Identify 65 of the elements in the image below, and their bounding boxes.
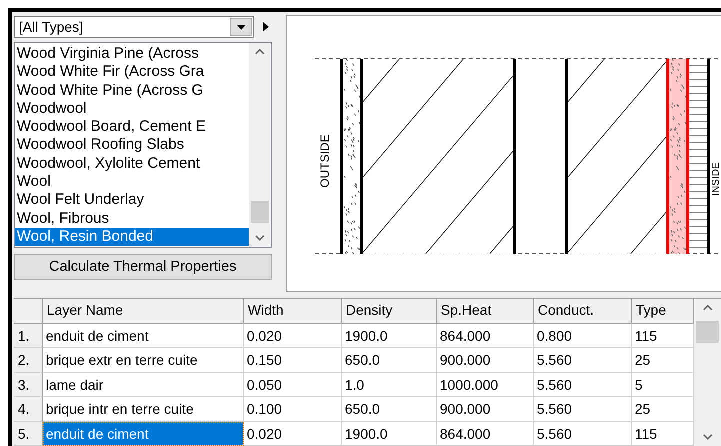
table-cell: 0.100 [244, 397, 342, 422]
table-cell: 0.020 [244, 422, 342, 446]
row-number: 1. [14, 324, 43, 348]
row-number: 5. [14, 422, 43, 446]
table-cell: 900.000 [437, 348, 534, 372]
table-cell: 0.050 [244, 372, 342, 397]
scroll-up-icon[interactable] [255, 49, 265, 55]
dropdown-button[interactable] [230, 18, 252, 36]
row-number: 2. [14, 348, 43, 372]
table-cell: 25 [632, 397, 694, 422]
calculate-button[interactable]: Calculate Thermal Properties [14, 254, 272, 280]
inside-label: INSIDE [711, 162, 721, 196]
material-item[interactable]: Wool, Resin Bonded [15, 228, 249, 246]
material-item[interactable]: Wool Felt Underlay [15, 191, 249, 210]
table-cell: 864.000 [437, 422, 534, 446]
table-cell: enduit de ciment [43, 324, 244, 348]
table-cell: 5 [632, 372, 694, 397]
table-cell: 864.000 [437, 324, 534, 348]
table-cell: 5.560 [534, 348, 632, 372]
table-cell: 5.560 [534, 372, 632, 397]
scroll-thumb[interactable] [696, 321, 719, 343]
scroll-up-icon[interactable] [702, 305, 712, 311]
table-cell: 1900.0 [342, 324, 437, 348]
play-icon [263, 22, 269, 32]
column-header[interactable]: Density [342, 299, 437, 324]
column-header[interactable]: Type [632, 299, 694, 324]
outside-label: OUTSIDE [318, 134, 332, 188]
caret-icon [236, 24, 246, 30]
table-cell: 5.560 [534, 397, 632, 422]
table-cell: 650.0 [342, 348, 437, 372]
table-cell: 115 [632, 324, 694, 348]
row-number: 3. [14, 372, 43, 397]
table-cell: 0.020 [244, 324, 342, 348]
table-cell: brique extr en terre cuite [43, 348, 244, 372]
table-cell: 0.150 [244, 348, 342, 372]
column-header[interactable]: Width [244, 299, 342, 324]
material-item[interactable]: Woodwool Board, Cement E [15, 118, 249, 136]
material-item[interactable]: Wool, Fibrous [15, 210, 249, 228]
table-cell: 0.800 [534, 324, 632, 348]
table-cell: brique intr en terre cuite [43, 397, 244, 422]
table-cell: 1900.0 [342, 422, 437, 446]
table-cell: enduit de ciment [43, 422, 244, 446]
material-item[interactable]: Wood Virginia Pine (Across [15, 45, 249, 64]
material-item[interactable]: Woodwool, Xylolite Cement [15, 154, 249, 174]
table-cell: 25 [632, 348, 694, 372]
type-filter-dropdown[interactable]: [All Types] [14, 16, 254, 38]
column-header[interactable]: Sp.Heat [437, 299, 534, 324]
material-item[interactable]: Wood White Fir (Across Gra [15, 63, 249, 82]
material-item[interactable]: Woodwool [15, 100, 249, 118]
scroll-down-icon[interactable] [702, 434, 712, 440]
row-number: 4. [14, 397, 43, 422]
material-item[interactable]: Wool [15, 173, 249, 192]
table-cell: 900.000 [437, 397, 534, 422]
column-header[interactable]: Layer Name [43, 299, 244, 324]
table-cell: lame dair [43, 372, 244, 397]
table-cell: 1.0 [342, 372, 437, 397]
column-header[interactable]: Conduct. [534, 299, 632, 324]
material-item[interactable]: Woodwool Roofing Slabs [15, 136, 249, 155]
material-item[interactable]: Wood White Pine (Across G [15, 82, 249, 100]
scroll-thumb[interactable] [251, 201, 269, 223]
table-cell: 650.0 [342, 397, 437, 422]
table-cell: 5.560 [534, 422, 632, 446]
table-cell: 115 [632, 422, 694, 446]
scroll-down-icon[interactable] [255, 235, 265, 241]
table-cell: 1000.000 [437, 372, 534, 397]
